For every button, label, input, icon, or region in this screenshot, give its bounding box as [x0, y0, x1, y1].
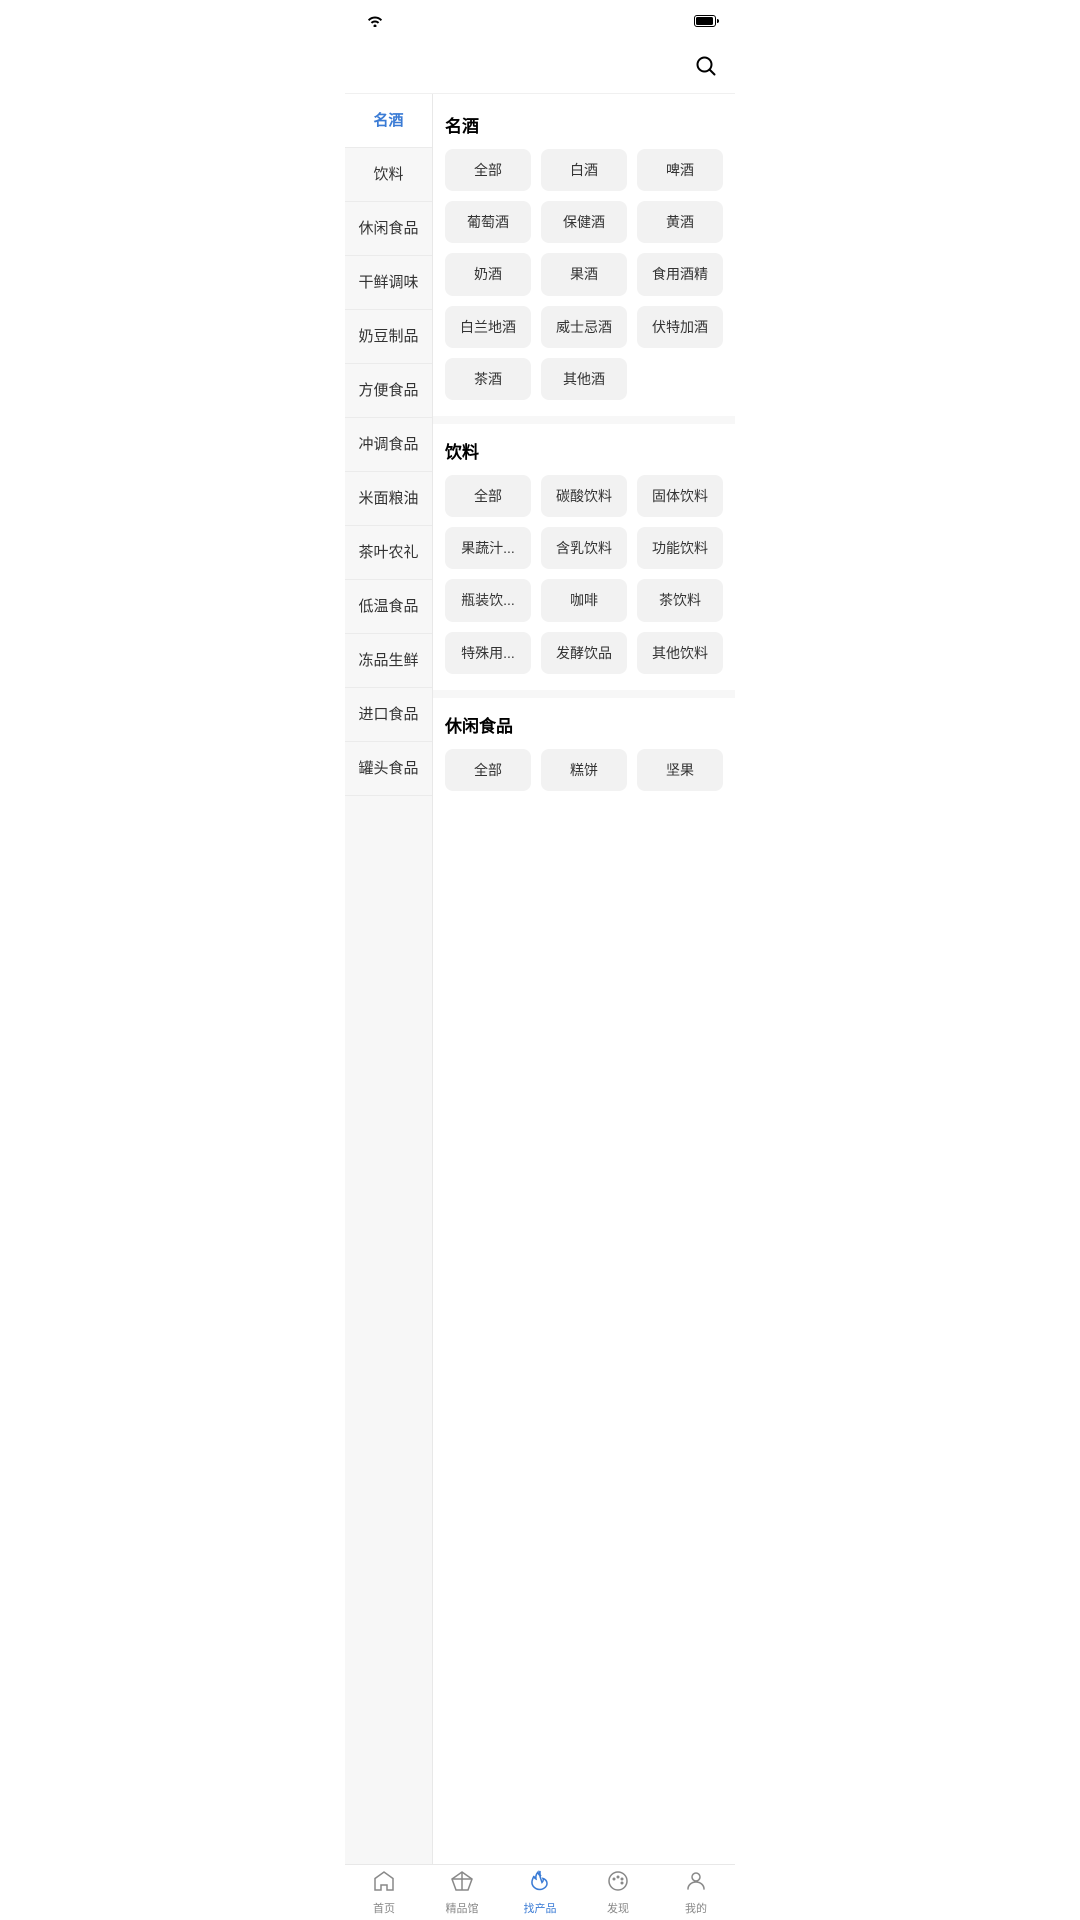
battery-icon [694, 14, 719, 31]
tab-label-find-product: 找产品 [524, 1900, 557, 1916]
tags-grid-xiuXian: 全部糕饼坚果 [445, 749, 723, 791]
tab-label-mine: 我的 [685, 1900, 707, 1916]
fire-icon [528, 1869, 552, 1897]
tag-btn-茶饮料[interactable]: 茶饮料 [637, 579, 723, 621]
tag-btn-茶酒[interactable]: 茶酒 [445, 358, 531, 400]
tags-grid-mingJiu: 全部白酒啤酒葡萄酒保健酒黄酒奶酒果酒食用酒精白兰地酒威士忌酒伏特加酒茶酒其他酒 [445, 149, 723, 400]
tag-btn-威士忌酒[interactable]: 威士忌酒 [541, 306, 627, 348]
section-title-mingJiu: 名酒 [445, 112, 723, 137]
tag-btn-伏特加酒[interactable]: 伏特加酒 [637, 306, 723, 348]
sidebar-item-dongPin[interactable]: 冻品生鲜 [345, 634, 432, 688]
sidebar-item-guanTou[interactable]: 罐头食品 [345, 742, 432, 796]
tag-btn-其他酒[interactable]: 其他酒 [541, 358, 627, 400]
status-left [361, 14, 383, 31]
tag-btn-咖啡[interactable]: 咖啡 [541, 579, 627, 621]
palette-icon [606, 1869, 630, 1897]
tag-btn-白酒[interactable]: 白酒 [541, 149, 627, 191]
tag-btn-瓶装饮...[interactable]: 瓶装饮... [445, 579, 531, 621]
tab-item-premium[interactable]: 精品馆 [423, 1865, 501, 1920]
sidebar-item-chongDiao[interactable]: 冲调食品 [345, 418, 432, 472]
tab-label-premium: 精品馆 [446, 1900, 479, 1916]
status-bar [345, 0, 735, 44]
sidebar-item-jinKou[interactable]: 进口食品 [345, 688, 432, 742]
sidebar-item-yinLiao[interactable]: 饮料 [345, 148, 432, 202]
sidebar-item-miMian[interactable]: 米面粮油 [345, 472, 432, 526]
person-icon [684, 1869, 708, 1897]
tag-btn-发酵饮品[interactable]: 发酵饮品 [541, 632, 627, 674]
tab-bar: 首页 精品馆 找产品 发现 我的 [345, 1864, 735, 1920]
tag-btn-果酒[interactable]: 果酒 [541, 253, 627, 295]
tag-btn-坚果[interactable]: 坚果 [637, 749, 723, 791]
tab-item-find-product[interactable]: 找产品 [501, 1865, 579, 1920]
tag-btn-黄酒[interactable]: 黄酒 [637, 201, 723, 243]
sidebar-item-naiDou[interactable]: 奶豆制品 [345, 310, 432, 364]
sidebar-item-mingJiu[interactable]: 名酒 [345, 94, 432, 148]
tag-btn-全部[interactable]: 全部 [445, 149, 531, 191]
section-title-xiuXian: 休闲食品 [445, 712, 723, 737]
sidebar-item-fangBian[interactable]: 方便食品 [345, 364, 432, 418]
tab-label-home: 首页 [373, 1900, 395, 1916]
status-right [694, 14, 719, 31]
tag-btn-碳酸饮料[interactable]: 碳酸饮料 [541, 475, 627, 517]
tag-btn-啤酒[interactable]: 啤酒 [637, 149, 723, 191]
tag-btn-全部[interactable]: 全部 [445, 749, 531, 791]
tag-btn-特殊用...[interactable]: 特殊用... [445, 632, 531, 674]
section-title-yinLiao: 饮料 [445, 438, 723, 463]
tag-btn-奶酒[interactable]: 奶酒 [445, 253, 531, 295]
tab-label-discover: 发现 [607, 1900, 629, 1916]
sidebar-item-diWen[interactable]: 低温食品 [345, 580, 432, 634]
sidebar-item-xiuXian[interactable]: 休闲食品 [345, 202, 432, 256]
header [345, 44, 735, 94]
main-container: 名酒饮料休闲食品干鲜调味奶豆制品方便食品冲调食品米面粮油茶叶农礼低温食品冻品生鲜… [345, 94, 735, 1864]
home-icon [372, 1869, 396, 1897]
section-divider-1 [433, 416, 735, 424]
section-divider-2 [433, 690, 735, 698]
tag-btn-保健酒[interactable]: 保健酒 [541, 201, 627, 243]
tags-grid-yinLiao: 全部碳酸饮料固体饮料果蔬汁...含乳饮料功能饮料瓶装饮...咖啡茶饮料特殊用..… [445, 475, 723, 674]
content-area: 名酒全部白酒啤酒葡萄酒保健酒黄酒奶酒果酒食用酒精白兰地酒威士忌酒伏特加酒茶酒其他… [433, 94, 735, 1864]
tab-item-mine[interactable]: 我的 [657, 1865, 735, 1920]
sidebar-item-ganXian[interactable]: 干鲜调味 [345, 256, 432, 310]
tag-btn-糕饼[interactable]: 糕饼 [541, 749, 627, 791]
wifi-icon [367, 14, 383, 31]
tag-btn-葡萄酒[interactable]: 葡萄酒 [445, 201, 531, 243]
tag-btn-果蔬汁...[interactable]: 果蔬汁... [445, 527, 531, 569]
tab-item-discover[interactable]: 发现 [579, 1865, 657, 1920]
diamond-icon [450, 1869, 474, 1897]
tag-btn-白兰地酒[interactable]: 白兰地酒 [445, 306, 531, 348]
tag-btn-功能饮料[interactable]: 功能饮料 [637, 527, 723, 569]
tag-btn-其他饮料[interactable]: 其他饮料 [637, 632, 723, 674]
sidebar: 名酒饮料休闲食品干鲜调味奶豆制品方便食品冲调食品米面粮油茶叶农礼低温食品冻品生鲜… [345, 94, 433, 1864]
sidebar-item-chaYe[interactable]: 茶叶农礼 [345, 526, 432, 580]
tag-btn-全部[interactable]: 全部 [445, 475, 531, 517]
search-icon[interactable] [695, 55, 717, 83]
tag-btn-食用酒精[interactable]: 食用酒精 [637, 253, 723, 295]
tag-btn-含乳饮料[interactable]: 含乳饮料 [541, 527, 627, 569]
tag-btn-固体饮料[interactable]: 固体饮料 [637, 475, 723, 517]
tab-item-home[interactable]: 首页 [345, 1865, 423, 1920]
